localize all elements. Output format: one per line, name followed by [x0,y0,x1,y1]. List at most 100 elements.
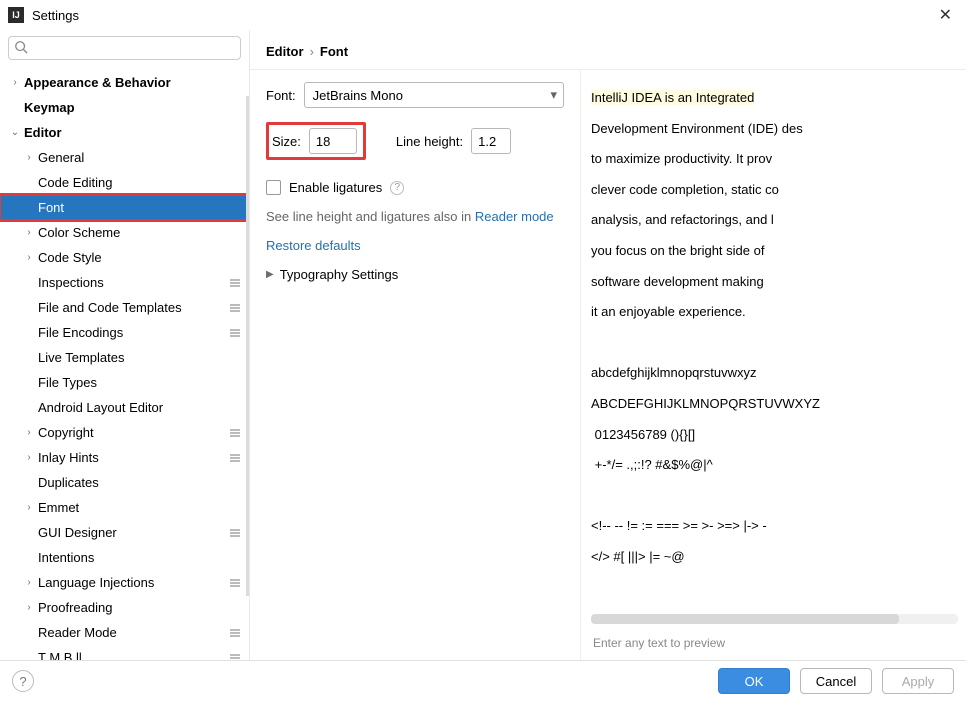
tree-item-code-style[interactable]: ›Code Style [0,245,249,270]
tree-label: General [38,150,84,165]
tree-label: Intentions [38,550,94,565]
chevron-none-icon: › [8,101,22,115]
tree-label: Language Injections [38,575,154,590]
app-icon: IJ [8,7,24,23]
tree-label: Font [38,200,64,215]
chevron-down-icon: ▾ [550,87,557,103]
config-icon [229,277,241,289]
search-icon [14,40,28,54]
tree-label: Proofreading [38,600,112,615]
close-icon[interactable]: ✕ [933,5,958,25]
reader-mode-link[interactable]: Reader mode [475,209,554,224]
tree-label: Emmet [38,500,79,515]
tree-label: File and Code Templates [38,300,182,315]
typography-label: Typography Settings [280,267,399,282]
triangle-right-icon: ▶ [266,269,274,280]
tree-label: Duplicates [38,475,99,490]
button-bar: ? OK Cancel Apply [0,660,966,701]
main-panel: Editor › Font Font: JetBrains Mono ▾ Siz… [250,30,966,660]
ok-button[interactable]: OK [718,668,790,694]
titlebar: IJ Settings ✕ [0,0,966,30]
restore-defaults-link[interactable]: Restore defaults [266,238,564,253]
tree-item-code-editing[interactable]: ›Code Editing [0,170,249,195]
tree-label: Reader Mode [38,625,117,640]
tree-item-android-layout-editor[interactable]: ›Android Layout Editor [0,395,249,420]
chevron-right-icon: › [22,601,36,615]
tree-item-file-and-code-templates[interactable]: ›File and Code Templates [0,295,249,320]
search-input[interactable] [8,36,241,60]
chevron-none-icon: › [22,376,36,390]
chevron-none-icon: › [22,526,36,540]
tree-label: GUI Designer [38,525,117,540]
tree-item-language-injections[interactable]: ›Language Injections [0,570,249,595]
tree-item-color-scheme[interactable]: ›Color Scheme [0,220,249,245]
config-icon [229,327,241,339]
tree-item-file-types[interactable]: ›File Types [0,370,249,395]
tree-label: Inlay Hints [38,450,99,465]
breadcrumb-root[interactable]: Editor [266,44,304,59]
chevron-down-icon: ⌄ [8,126,22,140]
font-preview: IntelliJ IDEA is an Integrated Developme… [580,70,966,660]
scrollbar-thumb[interactable] [591,614,899,624]
preview-text[interactable]: IntelliJ IDEA is an Integrated Developme… [583,76,966,614]
tree-item-reader-mode[interactable]: ›Reader Mode [0,620,249,645]
config-icon [229,427,241,439]
chevron-none-icon: › [22,626,36,640]
tree-item-file-encodings[interactable]: ›File Encodings [0,320,249,345]
tree-item-inlay-hints[interactable]: ›Inlay Hints [0,445,249,470]
tree-label: File Types [38,375,97,390]
tree-label: Appearance & Behavior [24,75,171,90]
tree-item-t-m-b-ll[interactable]: ›T M B ll [0,645,249,660]
typography-settings-toggle[interactable]: ▶ Typography Settings [266,267,564,282]
tree-item-duplicates[interactable]: ›Duplicates [0,470,249,495]
chevron-right-icon: › [8,76,22,90]
config-icon [229,527,241,539]
tree-label: Keymap [24,100,75,115]
breadcrumb: Editor › Font [250,30,966,69]
tree-item-appearance-behavior[interactable]: ›Appearance & Behavior [0,70,249,95]
settings-tree: ›Appearance & Behavior›Keymap⌄Editor›Gen… [0,66,249,660]
preview-scrollbar[interactable] [591,614,958,624]
tree-item-live-templates[interactable]: ›Live Templates [0,345,249,370]
config-icon [229,627,241,639]
tree-item-emmet[interactable]: ›Emmet [0,495,249,520]
reader-mode-hint: See line height and ligatures also in Re… [266,209,564,224]
size-label: Size: [272,134,301,149]
tree-item-gui-designer[interactable]: ›GUI Designer [0,520,249,545]
tree-item-inspections[interactable]: ›Inspections [0,270,249,295]
tree-label: T M B ll [38,650,82,660]
chevron-right-icon: › [310,44,314,59]
chevron-none-icon: › [22,401,36,415]
breadcrumb-leaf: Font [320,44,348,59]
tree-item-editor[interactable]: ⌄Editor [0,120,249,145]
chevron-right-icon: › [22,501,36,515]
cancel-button[interactable]: Cancel [800,668,872,694]
size-input[interactable] [309,128,357,154]
tree-item-copyright[interactable]: ›Copyright [0,420,249,445]
chevron-none-icon: › [22,476,36,490]
preview-input-hint: Enter any text to preview [583,630,966,660]
chevron-right-icon: › [22,151,36,165]
config-icon [229,652,241,661]
chevron-none-icon: › [22,276,36,290]
tree-item-keymap[interactable]: ›Keymap [0,95,249,120]
tree-item-font[interactable]: ›Font [0,195,249,220]
config-icon [229,452,241,464]
splitter[interactable] [246,96,249,596]
tree-item-intentions[interactable]: ›Intentions [0,545,249,570]
font-select[interactable]: JetBrains Mono ▾ [304,82,564,108]
tree-label: Live Templates [38,350,124,365]
lineheight-input[interactable] [471,128,511,154]
tree-label: Code Editing [38,175,112,190]
tree-item-general[interactable]: ›General [0,145,249,170]
help-icon[interactable]: ? [390,181,404,195]
ligatures-checkbox[interactable] [266,180,281,195]
font-settings: Font: JetBrains Mono ▾ Size: Line height… [250,70,580,660]
apply-button: Apply [882,668,954,694]
help-button[interactable]: ? [12,670,34,692]
tree-item-proofreading[interactable]: ›Proofreading [0,595,249,620]
ligatures-label: Enable ligatures [289,180,382,195]
chevron-none-icon: › [22,176,36,190]
tree-label: Color Scheme [38,225,120,240]
size-highlight: Size: [266,122,366,160]
